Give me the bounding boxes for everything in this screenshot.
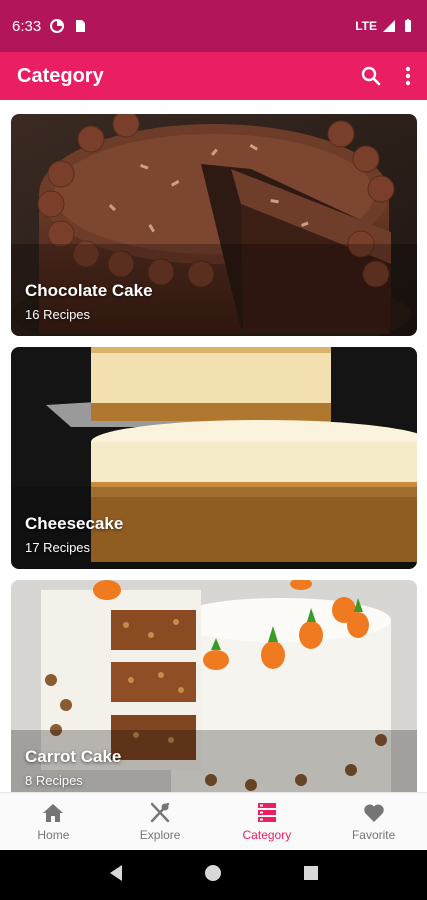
data-saver-icon: [50, 19, 65, 33]
recipe-count: 16 Recipes: [25, 307, 91, 322]
heart-icon: [363, 801, 385, 825]
system-navigation-bar: [0, 850, 427, 900]
network-type: LTE: [355, 19, 377, 33]
nav-label: Favorite: [351, 828, 396, 842]
nav-label: Explore: [139, 828, 181, 842]
nav-item-home[interactable]: Home: [0, 793, 107, 850]
recipe-count: 8 Recipes: [25, 773, 83, 788]
nav-item-category[interactable]: Category: [214, 793, 321, 850]
more-vert-icon[interactable]: [405, 66, 411, 86]
search-icon[interactable]: [361, 66, 381, 86]
fork-knife-icon: [149, 801, 171, 825]
sim-card-icon: [76, 20, 86, 32]
bottom-navigation: Home Explore Category Favorite: [0, 792, 427, 850]
category-title: Carrot Cake: [25, 747, 122, 766]
back-icon[interactable]: [108, 864, 124, 887]
category-icon: [257, 801, 277, 825]
battery-icon: [405, 19, 411, 32]
app-bar: Category: [0, 52, 427, 100]
status-time: 6:33: [12, 17, 42, 35]
nav-label: Home: [37, 828, 70, 842]
page-title: Category: [17, 64, 104, 87]
home-circle-icon[interactable]: [204, 864, 222, 887]
category-title: Chocolate Cake: [25, 281, 153, 300]
recents-icon[interactable]: [303, 865, 319, 886]
category-title: Cheesecake: [25, 514, 124, 533]
nav-label: Category: [242, 828, 292, 842]
category-card-chocolate-cake[interactable]: Chocolate Cake 16 Recipes: [11, 114, 417, 336]
category-list: Chocolate Cake 16 Recipes Cheesecake 17 …: [0, 100, 427, 792]
recipe-count: 17 Recipes: [25, 540, 91, 555]
category-card-cheesecake[interactable]: Cheesecake 17 Recipes: [11, 347, 417, 569]
nav-item-favorite[interactable]: Favorite: [320, 793, 427, 850]
status-bar: 6:33 LTE: [0, 0, 427, 52]
signal-icon: [383, 20, 395, 32]
nav-item-explore[interactable]: Explore: [107, 793, 214, 850]
home-icon: [42, 801, 64, 825]
category-card-carrot-cake[interactable]: Carrot Cake 8 Recipes: [11, 580, 417, 792]
